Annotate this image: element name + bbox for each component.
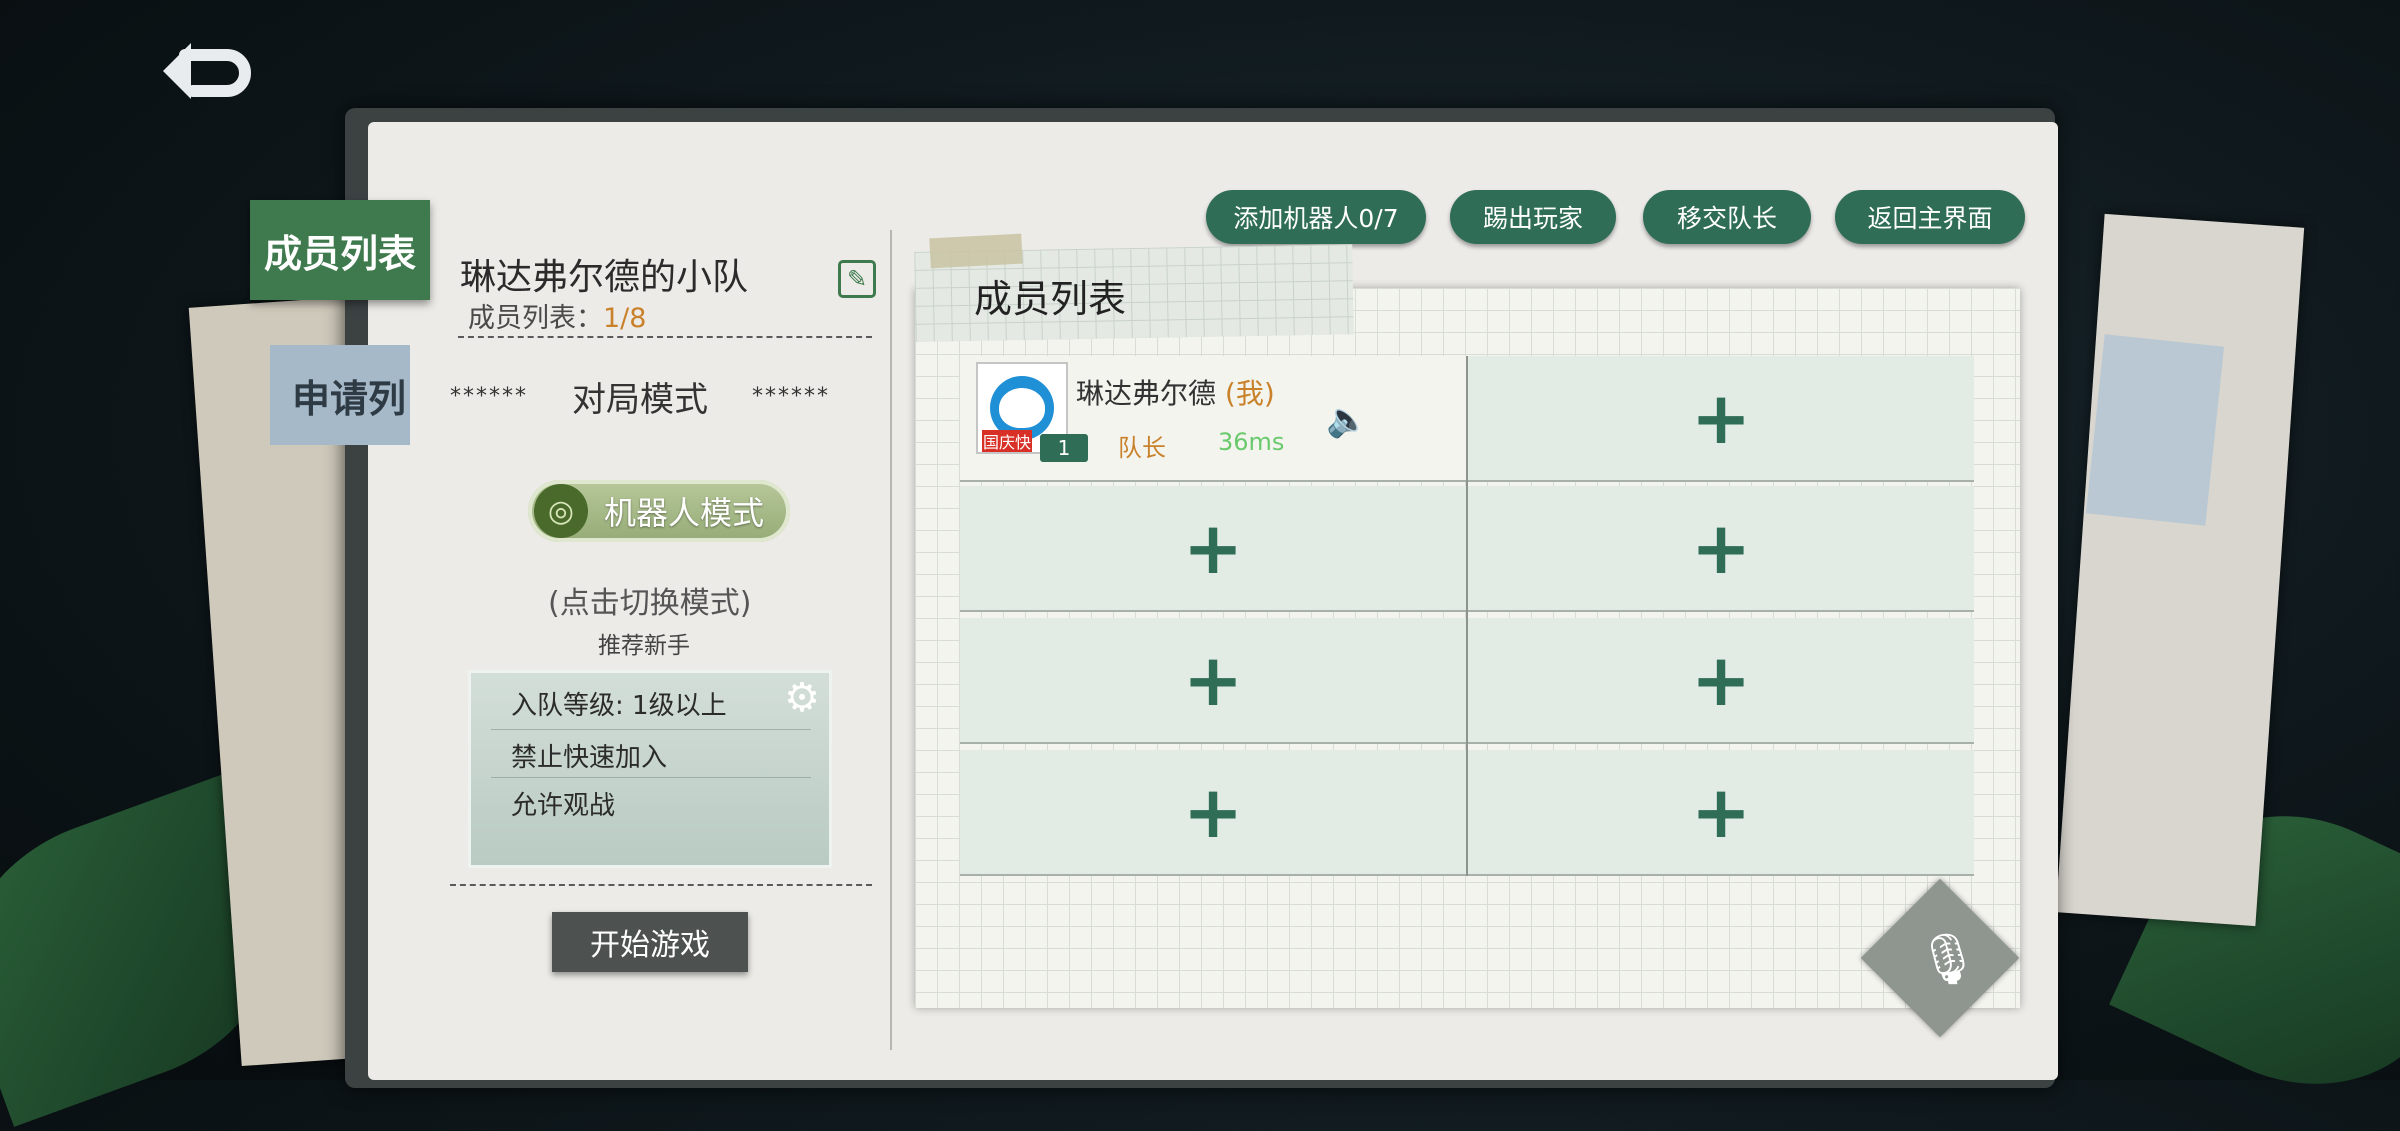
stars-left: ******: [450, 384, 528, 409]
back-arrow-icon: [163, 43, 251, 99]
add-member-icon: +: [1690, 376, 1752, 460]
back-button[interactable]: [150, 38, 260, 108]
empty-slot[interactable]: +: [960, 618, 1466, 744]
swirl-icon: ◎: [534, 484, 588, 538]
add-member-icon: +: [1182, 770, 1244, 854]
start-game-button[interactable]: 开始游戏: [552, 912, 748, 972]
add-member-icon: +: [1690, 638, 1752, 722]
team-settings-card[interactable]: 入队等级: 1级以上 禁止快速加入 允许观战: [468, 670, 832, 868]
empty-slot[interactable]: +: [960, 750, 1466, 876]
tab-member-list[interactable]: 成员列表: [250, 200, 430, 300]
empty-slot[interactable]: +: [1468, 618, 1974, 744]
allow-spectate-setting: 允许观战: [511, 791, 616, 821]
gear-icon[interactable]: ⚙: [782, 678, 822, 718]
add-member-icon: +: [1182, 506, 1244, 590]
no-quick-join-setting: 禁止快速加入: [511, 743, 668, 773]
robot-mode-button[interactable]: ◎ 机器人模式: [528, 480, 790, 542]
tape-decoration: [929, 233, 1023, 269]
empty-slot[interactable]: +: [960, 486, 1466, 612]
background-ticket: [2085, 334, 2225, 526]
add-member-icon: +: [1690, 506, 1752, 590]
switch-mode-hint: (点击切换模式): [548, 586, 752, 621]
member-count: 成员列表：1/8: [468, 296, 646, 335]
ping-value: 36ms: [1218, 428, 1285, 456]
leader-label: 队长: [1118, 434, 1166, 462]
tab-apply-list[interactable]: 申请列: [270, 345, 410, 445]
robot-mode-label: 机器人模式: [604, 494, 765, 532]
empty-slot[interactable]: +: [1468, 750, 1974, 876]
board-title: 成员列表: [974, 277, 1127, 321]
transfer-leader-button[interactable]: 移交队长: [1643, 190, 1811, 244]
speaker-icon[interactable]: 🔈: [1326, 400, 1368, 440]
add-member-icon: +: [1182, 638, 1244, 722]
member-name: 琳达弗尔德 (我): [1076, 372, 1275, 412]
kick-player-button[interactable]: 踢出玩家: [1450, 190, 1616, 244]
stars-right: ******: [752, 384, 830, 409]
add-member-icon: +: [1690, 770, 1752, 854]
team-title: 琳达弗尔德的小队: [460, 257, 749, 298]
divider: [491, 729, 811, 730]
member-count-label: 成员列表：: [468, 303, 603, 334]
edit-icon[interactable]: ✎: [838, 260, 876, 298]
add-robot-button[interactable]: 添加机器人0/7: [1206, 190, 1426, 244]
level-badge: 1: [1040, 434, 1088, 462]
panel-divider: [890, 230, 892, 1050]
empty-slot[interactable]: +: [1468, 356, 1974, 482]
member-name-text: 琳达弗尔德: [1076, 377, 1217, 410]
divider: [458, 336, 872, 338]
avatar-badge: 国庆快: [982, 430, 1032, 452]
recommend-text: 推荐新手: [598, 633, 690, 659]
board-vertical-line: [1466, 356, 1468, 876]
battle-mode-row: ****** 对局模式 ******: [450, 372, 830, 421]
member-count-value: 1/8: [603, 303, 647, 334]
microphone-icon: 🎙: [1916, 930, 1980, 988]
return-main-button[interactable]: 返回主界面: [1835, 190, 2025, 244]
join-level-setting: 入队等级: 1级以上: [511, 691, 727, 721]
battle-mode-label: 对局模式: [572, 380, 708, 420]
divider: [491, 777, 811, 778]
divider: [450, 884, 872, 886]
me-tag: (我): [1224, 377, 1275, 410]
empty-slot[interactable]: +: [1468, 486, 1974, 612]
